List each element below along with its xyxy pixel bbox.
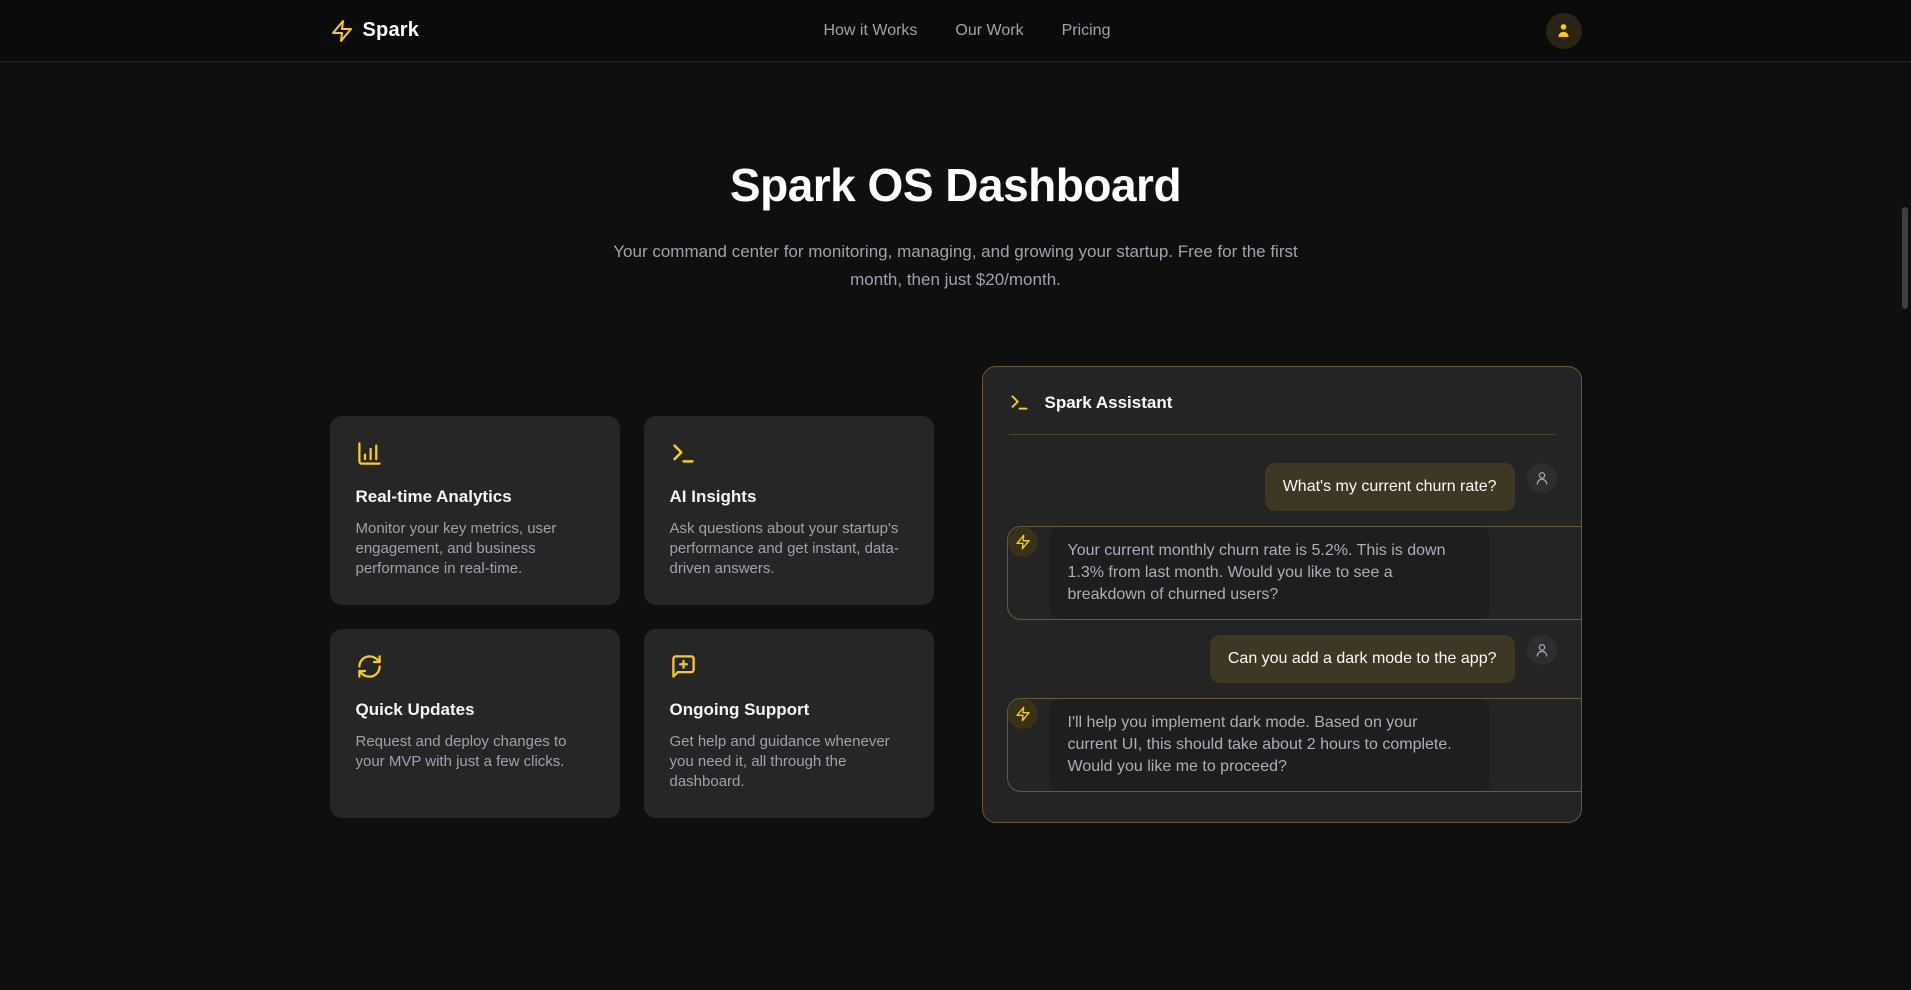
zap-icon xyxy=(1008,527,1038,557)
brand-name: Spark xyxy=(363,19,420,42)
zap-icon xyxy=(1008,699,1038,729)
page-title: Spark OS Dashboard xyxy=(0,158,1911,212)
chat-message-assistant: Your current monthly churn rate is 5.2%.… xyxy=(1007,526,1582,620)
chat-bubble: I'll help you implement dark mode. Based… xyxy=(1050,699,1490,791)
nav-item-pricing[interactable]: Pricing xyxy=(1062,22,1111,40)
feature-description: Ask questions about your startup's perfo… xyxy=(670,519,908,579)
page-scrollbar[interactable] xyxy=(1902,207,1908,309)
message-plus-icon xyxy=(670,653,697,680)
refresh-icon xyxy=(356,653,383,680)
feature-card: AI Insights Ask questions about your sta… xyxy=(644,416,934,605)
chat-message-user: Can you add a dark mode to the app? xyxy=(1007,635,1557,683)
feature-title: Ongoing Support xyxy=(670,700,908,720)
assistant-header: Spark Assistant xyxy=(983,367,1581,434)
terminal-icon xyxy=(1009,392,1030,413)
feature-card: Ongoing Support Get help and guidance wh… xyxy=(644,629,934,818)
bar-chart-icon xyxy=(356,440,383,467)
feature-description: Request and deploy changes to your MVP w… xyxy=(356,732,594,772)
feature-title: Real-time Analytics xyxy=(356,487,594,507)
brand-logo[interactable]: Spark xyxy=(330,19,420,43)
hero-section: Spark OS Dashboard Your command center f… xyxy=(0,62,1911,294)
nav-item-how-it-works[interactable]: How it Works xyxy=(823,22,917,40)
chat-message-assistant: I'll help you implement dark mode. Based… xyxy=(1007,698,1582,792)
feature-title: AI Insights xyxy=(670,487,908,507)
chat-message-list: What's my current churn rate? Your curre… xyxy=(983,435,1581,822)
feature-description: Get help and guidance whenever you need … xyxy=(670,732,908,792)
chat-bubble: Can you add a dark mode to the app? xyxy=(1210,635,1515,683)
main-content: Real-time Analytics Monitor your key met… xyxy=(330,366,1582,823)
assistant-title: Spark Assistant xyxy=(1045,393,1173,413)
zap-icon xyxy=(330,19,354,43)
feature-card: Quick Updates Request and deploy changes… xyxy=(330,629,620,818)
feature-grid: Real-time Analytics Monitor your key met… xyxy=(330,416,934,818)
nav-links: How it Works Our Work Pricing xyxy=(823,0,1110,61)
feature-card: Real-time Analytics Monitor your key met… xyxy=(330,416,620,605)
chat-bubble: Your current monthly churn rate is 5.2%.… xyxy=(1050,527,1490,619)
user-filled-icon xyxy=(1554,21,1573,40)
user-icon xyxy=(1527,635,1557,665)
terminal-icon xyxy=(670,440,697,467)
chat-bubble: What's my current churn rate? xyxy=(1265,463,1515,511)
feature-description: Monitor your key metrics, user engagemen… xyxy=(356,519,594,579)
chat-message-user: What's my current churn rate? xyxy=(1007,463,1557,511)
account-avatar-button[interactable] xyxy=(1546,13,1582,49)
user-icon xyxy=(1527,463,1557,493)
top-nav: Spark How it Works Our Work Pricing xyxy=(0,0,1911,62)
feature-title: Quick Updates xyxy=(356,700,594,720)
assistant-panel: Spark Assistant What's my current churn … xyxy=(982,366,1582,823)
nav-item-our-work[interactable]: Our Work xyxy=(955,22,1023,40)
page-subtitle: Your command center for monitoring, mana… xyxy=(608,238,1303,294)
